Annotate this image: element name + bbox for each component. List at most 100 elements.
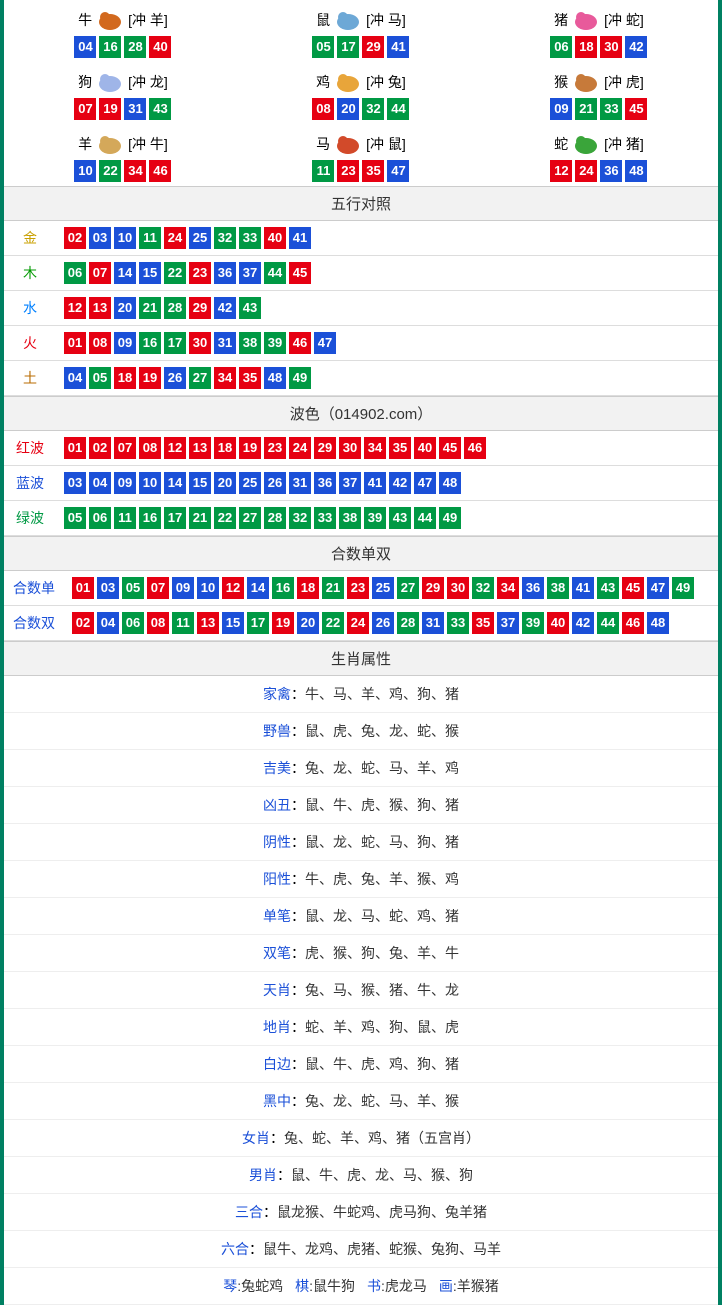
zodiac-icon: [94, 8, 126, 32]
zodiac-icon: [570, 70, 602, 94]
number-ball: 22: [214, 507, 236, 529]
zodiac-head: 马[冲 鼠]: [316, 132, 406, 156]
number-ball: 18: [575, 36, 597, 58]
number-ball: 12: [164, 437, 186, 459]
number-ball: 48: [264, 367, 286, 389]
zodiac-head: 蛇[冲 猪]: [554, 132, 644, 156]
number-ball: 16: [139, 507, 161, 529]
zodiac-icon: [570, 132, 602, 156]
number-ball: 34: [214, 367, 236, 389]
number-ball: 23: [264, 437, 286, 459]
number-ball: 30: [447, 577, 469, 599]
number-ball: 48: [625, 160, 647, 182]
zodiac-icon: [332, 8, 364, 32]
number-ball: 06: [64, 262, 86, 284]
number-ball: 02: [64, 227, 86, 249]
attr-key: 琴: [223, 1278, 237, 1294]
zodiac-cell: 马[冲 鼠]11233547: [242, 124, 480, 186]
row-label: 合数单: [4, 571, 64, 606]
number-ball: 10: [114, 227, 136, 249]
number-ball: 36: [214, 262, 236, 284]
number-ball: 43: [239, 297, 261, 319]
number-ball: 36: [522, 577, 544, 599]
table-row: 金02031011242532334041: [4, 221, 718, 256]
attr-key: 家禽: [263, 686, 291, 702]
zodiac-head: 羊[冲 牛]: [78, 132, 168, 156]
zodiac-nums: 12243648: [480, 160, 718, 182]
number-ball: 21: [139, 297, 161, 319]
number-ball: 07: [114, 437, 136, 459]
number-ball: 22: [322, 612, 344, 634]
number-ball: 29: [189, 297, 211, 319]
number-ball: 22: [164, 262, 186, 284]
number-ball: 35: [362, 160, 384, 182]
number-ball: 29: [422, 577, 444, 599]
number-ball: 28: [264, 507, 286, 529]
attr-val: 鼠、龙、蛇、马、狗、猪: [305, 834, 459, 850]
number-ball: 38: [339, 507, 361, 529]
attr-sep: ：: [277, 1167, 291, 1183]
attr-row: 黑中：兔、龙、蛇、马、羊、猴: [4, 1083, 718, 1120]
attr-val: 鼠、龙、马、蛇、鸡、猪: [305, 908, 459, 924]
attr-val: 虎、猴、狗、兔、羊、牛: [305, 945, 459, 961]
number-ball: 19: [272, 612, 294, 634]
number-ball: 02: [72, 612, 94, 634]
number-ball: 28: [124, 36, 146, 58]
number-ball: 26: [164, 367, 186, 389]
attr-row: 家禽：牛、马、羊、鸡、狗、猪: [4, 676, 718, 713]
row-label: 水: [4, 291, 56, 326]
attr-key: 阴性: [263, 834, 291, 850]
attr-sep: ：: [291, 834, 305, 850]
attr-sep: ：: [291, 1019, 305, 1035]
number-ball: 29: [314, 437, 336, 459]
number-ball: 02: [89, 437, 111, 459]
number-ball: 35: [389, 437, 411, 459]
zodiac-name: 猴: [554, 72, 568, 92]
number-ball: 45: [439, 437, 461, 459]
number-ball: 44: [597, 612, 619, 634]
number-ball: 09: [114, 332, 136, 354]
number-ball: 03: [97, 577, 119, 599]
attr-val: 牛、虎、兔、羊、猴、鸡: [305, 871, 459, 887]
number-ball: 45: [622, 577, 644, 599]
attr-sep: ：: [291, 908, 305, 924]
number-ball: 28: [397, 612, 419, 634]
attr-key: 吉美: [263, 760, 291, 776]
number-ball: 48: [647, 612, 669, 634]
number-ball: 43: [389, 507, 411, 529]
zodiac-name: 羊: [78, 134, 92, 154]
number-ball: 23: [189, 262, 211, 284]
number-ball: 44: [387, 98, 409, 120]
zodiac-cell: 猴[冲 虎]09213345: [480, 62, 718, 124]
zodiac-conflict: [冲 龙]: [128, 72, 168, 92]
table-row: 木06071415222336374445: [4, 256, 718, 291]
number-ball: 43: [597, 577, 619, 599]
attr-row: 阳性：牛、虎、兔、羊、猴、鸡: [4, 861, 718, 898]
zodiac-name: 狗: [78, 72, 92, 92]
table-row: 合数双0204060811131517192022242628313335373…: [4, 606, 718, 641]
number-ball: 32: [472, 577, 494, 599]
number-ball: 13: [189, 437, 211, 459]
number-ball: 32: [362, 98, 384, 120]
number-ball: 12: [64, 297, 86, 319]
number-ball: 41: [387, 36, 409, 58]
attr-val: 兔、龙、蛇、马、羊、鸡: [305, 760, 459, 776]
zodiac-nums: 04162840: [4, 36, 242, 58]
number-ball: 22: [99, 160, 121, 182]
number-ball: 30: [600, 36, 622, 58]
attr-key: 男肖: [249, 1167, 277, 1183]
zodiac-cell: 鼠[冲 马]05172941: [242, 0, 480, 62]
number-ball: 36: [314, 472, 336, 494]
number-ball: 18: [297, 577, 319, 599]
zodiac-name: 鼠: [316, 10, 330, 30]
heshu-header: 合数单双: [4, 536, 718, 571]
number-ball: 49: [289, 367, 311, 389]
number-ball: 19: [139, 367, 161, 389]
number-ball: 11: [139, 227, 161, 249]
number-ball: 41: [572, 577, 594, 599]
row-nums: 1213202128294243: [56, 291, 718, 326]
zodiac-head: 猴[冲 虎]: [554, 70, 644, 94]
zodiac-conflict: [冲 羊]: [128, 10, 168, 30]
number-ball: 33: [239, 227, 261, 249]
number-ball: 31: [124, 98, 146, 120]
